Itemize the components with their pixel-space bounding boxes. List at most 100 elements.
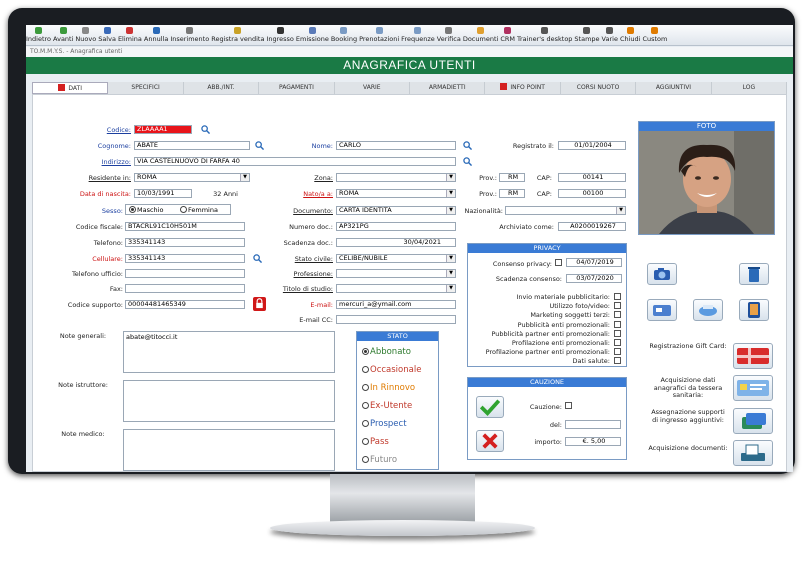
trash-button[interactable] [739, 263, 769, 285]
toolbar-stampe-button[interactable]: Stampe [574, 27, 600, 43]
toolbar-booking-button[interactable]: Booking [331, 27, 357, 43]
telefono-field[interactable]: 335341143 [125, 238, 245, 247]
toolbar-avanti-button[interactable]: Avanti [53, 27, 73, 43]
cognome-field[interactable]: ABATE [134, 141, 250, 150]
tab-corsi-nuoto[interactable]: CORSI NUOTO [561, 82, 637, 94]
privacy-item-checkbox[interactable] [614, 293, 621, 300]
stato-futuro-radio[interactable]: Futuro [362, 455, 397, 465]
toolbar-registra-vendita-button[interactable]: Registra vendita [211, 27, 264, 43]
femmina-radio[interactable]: Femmina [180, 206, 218, 214]
cf-field[interactable]: BTACRL91C10H501M [125, 222, 245, 231]
importo-field[interactable]: €. 5,00 [565, 437, 621, 446]
archiviato-field[interactable]: A0200019267 [558, 222, 626, 231]
professione-select[interactable]: ▼ [336, 269, 456, 278]
search-icon[interactable] [463, 157, 472, 166]
stato-prospect-radio[interactable]: Prospect [362, 419, 407, 429]
cap-res-field[interactable]: 00141 [558, 173, 626, 182]
toolbar-annulla-button[interactable]: Annulla [144, 27, 168, 43]
toolbar-crm-button[interactable]: CRM [500, 27, 515, 43]
toolbar-indietro-button[interactable]: Indietro [26, 27, 51, 43]
privacy-item-checkbox[interactable] [614, 339, 621, 346]
nazionalita-select[interactable]: ▼ [505, 206, 626, 215]
tel-uff-field[interactable] [125, 269, 245, 278]
supporti-button[interactable] [733, 408, 773, 434]
toolbar-inserimento-button[interactable]: Inserimento [170, 27, 209, 43]
camera-button[interactable] [647, 263, 677, 285]
cap-nasc-field[interactable]: 00100 [558, 189, 626, 198]
stato-abbonato-radio[interactable]: Abbonato [362, 347, 411, 357]
toolbar-ingresso-button[interactable]: Ingresso [266, 27, 294, 43]
tab-info-point[interactable]: INFO POINT [485, 82, 561, 94]
numdoc-field[interactable]: AP321PG [336, 222, 456, 231]
tab-specifici[interactable]: SPECIFICI [108, 82, 184, 94]
tab-log[interactable]: LOG [712, 82, 788, 94]
toolbar-salva-button[interactable]: Salva [98, 27, 116, 43]
toolbar-nuovo-button[interactable]: Nuovo [75, 27, 96, 43]
tab-pagamenti[interactable]: PAGAMENTI [259, 82, 335, 94]
search-icon[interactable] [463, 141, 472, 150]
scanner-button[interactable] [693, 299, 723, 321]
residente-select[interactable]: ROMA ▼ [134, 173, 250, 182]
tab-armadietti[interactable]: ARMADIETTI [410, 82, 486, 94]
emailcc-field[interactable] [336, 315, 456, 324]
cancel-button[interactable] [476, 430, 504, 452]
cauzione-checkbox[interactable] [565, 402, 572, 409]
tab-abb-int-[interactable]: ABB./INT. [184, 82, 260, 94]
privacy-item-checkbox[interactable] [614, 329, 621, 337]
scadenza-consenso-date[interactable]: 03/07/2020 [566, 274, 622, 283]
stato-ex-utente-radio[interactable]: Ex-Utente [362, 401, 412, 411]
tab-dati[interactable]: DATI [32, 82, 109, 94]
search-icon[interactable] [255, 141, 264, 150]
confirm-button[interactable] [476, 396, 504, 418]
stato-occasionale-radio[interactable]: Occasionale [362, 365, 421, 375]
toolbar-varie-button[interactable]: Varie [602, 27, 618, 43]
tab-aggiuntivi[interactable]: AGGIUNTIVI [636, 82, 712, 94]
zona-select[interactable]: ▼ [336, 173, 456, 182]
documenti-button[interactable] [733, 440, 773, 466]
scadenza-field[interactable]: 30/04/2021 [336, 238, 456, 247]
card-reader-button[interactable] [647, 299, 677, 321]
gift-card-button[interactable] [733, 343, 773, 369]
toolbar-prenotazioni-button[interactable]: Prenotazioni [359, 27, 399, 43]
supporto-field[interactable]: 00004481465349 [125, 300, 245, 309]
studio-select[interactable]: ▼ [336, 284, 456, 293]
consenso-date[interactable]: 04/07/2019 [566, 258, 622, 267]
search-icon[interactable] [201, 125, 210, 134]
maschio-radio[interactable]: Maschio [129, 206, 163, 214]
nato-select[interactable]: ROMA ▼ [336, 189, 456, 198]
privacy-item-checkbox[interactable] [614, 357, 621, 365]
lock-icon[interactable] [253, 297, 266, 311]
email-field[interactable]: mercuri_a@ymail.com [336, 300, 456, 309]
tab-varie[interactable]: VARIE [335, 82, 411, 94]
privacy-item-checkbox[interactable] [614, 348, 621, 356]
stato-in-rinnovo-radio[interactable]: In Rinnovo [362, 383, 415, 393]
consenso-checkbox[interactable] [555, 259, 562, 266]
prov-res-field[interactable]: RM [499, 173, 525, 182]
civile-select[interactable]: CELIBE/NUBILE ▼ [336, 254, 456, 263]
prov-nasc-field[interactable]: RM [499, 189, 525, 198]
privacy-item-checkbox[interactable] [614, 320, 621, 328]
stato-pass-radio[interactable]: Pass [362, 437, 389, 447]
note-gen-textarea[interactable]: abate@titocci.it [123, 331, 335, 373]
registrato-field[interactable]: 01/01/2004 [558, 141, 626, 150]
indirizzo-field[interactable]: VIA CASTELNUOVO DI FARFA 40 [134, 157, 456, 166]
privacy-item-checkbox[interactable] [614, 311, 621, 319]
tablet-button[interactable] [739, 299, 769, 321]
note-istr-textarea[interactable] [123, 380, 335, 422]
toolbar-trainer-s-desktop-button[interactable]: Trainer's desktop [517, 27, 572, 43]
nascita-field[interactable]: 10/03/1991 [134, 189, 192, 198]
user-photo[interactable] [639, 131, 774, 234]
cellulare-field[interactable]: 335341143 [125, 254, 245, 263]
toolbar-elimina-button[interactable]: Elimina [118, 27, 142, 43]
tessera-button[interactable] [733, 375, 773, 401]
toolbar-documenti-button[interactable]: Documenti [463, 27, 498, 43]
toolbar-chiudi-button[interactable]: Chiudi [620, 27, 640, 43]
search-icon[interactable] [253, 254, 262, 263]
toolbar-verifica-button[interactable]: Verifica [437, 27, 461, 43]
toolbar-frequenze-button[interactable]: Frequenze [401, 27, 435, 43]
toolbar-custom-button[interactable]: Custom [642, 27, 667, 43]
privacy-item-checkbox[interactable] [614, 302, 621, 310]
note-med-textarea[interactable] [123, 429, 335, 471]
codice-field[interactable]: ZLAAAA1 [134, 125, 192, 134]
del-field[interactable] [565, 420, 621, 429]
